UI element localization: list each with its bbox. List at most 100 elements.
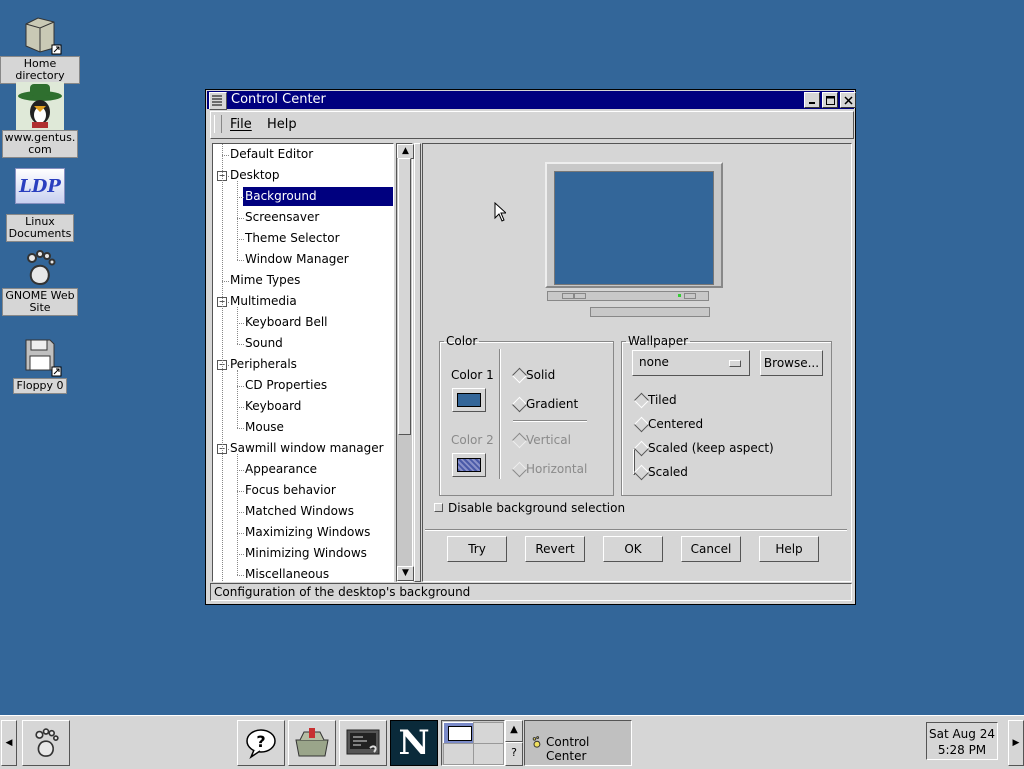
tree-item[interactable]: Screensaver [243,208,321,227]
solid-label[interactable]: Solid [526,368,555,382]
button-separator [425,529,847,531]
tree-connector [237,533,244,534]
capplet-tree: Default Editor Desktop − Background Screensa… [212,143,394,582]
panel-hide-left-icon[interactable]: ◀ [1,720,17,766]
ldp-icon: LDP [15,168,65,204]
desktop-icon-floppy[interactable]: Floppy 0 [0,334,80,394]
tree-item[interactable]: Peripherals [228,355,299,374]
disable-background-label[interactable]: Disable background selection [448,501,625,515]
tree-connector [237,428,244,429]
cancel-button[interactable]: Cancel [681,536,741,562]
menu-help[interactable]: Help [267,117,297,132]
workspace-pager[interactable] [441,720,505,766]
gentoo-cowboy-icon [16,82,64,130]
gnome-menu-foot-icon[interactable] [22,720,70,766]
color1-button[interactable] [452,388,486,412]
tree-item[interactable]: Appearance [243,460,319,479]
clock[interactable]: Sat Aug 24 5:28 PM [926,722,998,760]
pager-help-button[interactable]: ? [505,742,523,766]
centered-label[interactable]: Centered [648,417,703,431]
disable-background-checkbox[interactable] [434,503,443,512]
tree-item[interactable]: Default Editor [228,145,315,164]
ok-button[interactable]: OK [603,536,663,562]
tasklist-control-center[interactable]: Control Center [524,720,632,766]
revert-button[interactable]: Revert [525,536,585,562]
netscape-launcher-icon[interactable]: N [390,720,438,766]
pager-workspace-3[interactable] [443,743,474,765]
pager-workspace-4[interactable] [473,743,504,765]
pager-arrow-up-icon[interactable]: ▲ [505,720,523,742]
task-label: Control Center [546,735,590,763]
tree-item[interactable]: Sound [243,334,285,353]
tree-item[interactable]: Theme Selector [243,229,342,248]
tree-connector [222,144,223,581]
tree-item[interactable]: Focus behavior [243,481,338,500]
tree-item[interactable]: Mime Types [228,271,302,290]
tree-item[interactable]: Background [243,187,393,206]
color2-button [452,453,486,477]
scroll-up-icon[interactable]: ▲ [397,144,414,159]
tree-connector [237,454,238,575]
tree-item[interactable]: Matched Windows [243,502,356,521]
desktop-icon-label: Linux Documents [5,214,75,242]
tree-connector [237,407,244,408]
menu-file[interactable]: File [230,117,252,132]
maximize-icon[interactable] [822,92,838,108]
tree-item[interactable]: Keyboard Bell [243,313,330,332]
tree-connector [237,181,238,260]
window-title: Control Center [231,92,326,107]
gnome-foot-icon [18,248,62,288]
try-button[interactable]: Try [447,536,507,562]
tree-item[interactable]: Keyboard [243,397,303,416]
minimize-icon[interactable] [804,92,820,108]
tree-connector [237,307,238,344]
tree-item[interactable]: Sawmill window manager [228,439,386,458]
tiled-label[interactable]: Tiled [648,393,677,407]
scroll-down-icon[interactable]: ▼ [397,566,414,581]
desktop-icon-gnome-web[interactable]: GNOME Web Site [0,248,80,316]
gradient-separator [513,420,587,422]
tree-item[interactable]: Multimedia [228,292,299,311]
gradient-label[interactable]: Gradient [526,397,578,411]
tree-connector [222,155,229,156]
pager-workspace-2[interactable] [473,722,504,744]
tree-item[interactable]: CD Properties [243,376,329,395]
window-menu-icon[interactable] [209,92,227,110]
tree-item[interactable]: Window Manager [243,250,351,269]
tree-item[interactable]: Maximizing Windows [243,523,372,542]
tree-connector [237,370,238,428]
help-button[interactable]: Help [759,536,819,562]
help-launcher-icon[interactable]: ? [237,720,285,766]
folder-link-icon [18,12,62,56]
tree-connector [237,218,244,219]
pager-workspace-1[interactable] [443,722,474,744]
toolbox-launcher-icon[interactable] [288,720,336,766]
tree-item[interactable]: Minimizing Windows [243,544,369,563]
pane-divider[interactable] [414,143,421,582]
tree-connector [237,575,244,576]
background-settings-panel: Color Color 1 Color 2 Solid Gradient Ver… [422,143,852,582]
color2-swatch [457,458,481,472]
scaled-label[interactable]: Scaled [648,465,688,479]
close-icon[interactable] [840,92,856,108]
tree-connector [237,512,244,513]
menubar-grip[interactable] [214,115,222,133]
desktop-icon-gentus[interactable]: www.gentus. com [0,82,80,158]
wallpaper-select[interactable]: none [632,350,750,376]
browse-button[interactable]: Browse... [760,350,823,376]
tree-item[interactable]: Miscellaneous [243,565,331,581]
gnome-foot-small-icon [530,735,544,752]
desktop-icon-label: Home directory [0,56,80,84]
scaled-keep-label[interactable]: Scaled (keep aspect) [648,441,774,455]
tree-scrollbar[interactable]: ▲ ▼ [396,143,414,582]
desktop-icon-ldp[interactable]: LDP Linux Documents [0,168,80,242]
color1-swatch [457,393,481,407]
svg-text:?: ? [256,732,265,751]
scrollbar-thumb[interactable] [398,158,411,435]
tree-item[interactable]: Mouse [243,418,286,437]
panel-hide-right-icon[interactable]: ▶ [1008,720,1024,766]
window-titlebar[interactable]: Control Center [207,91,856,110]
desktop-icon-home[interactable]: Home directory [0,12,80,84]
netscape-logo-letter: N [398,723,430,763]
terminal-launcher-icon[interactable] [339,720,387,766]
